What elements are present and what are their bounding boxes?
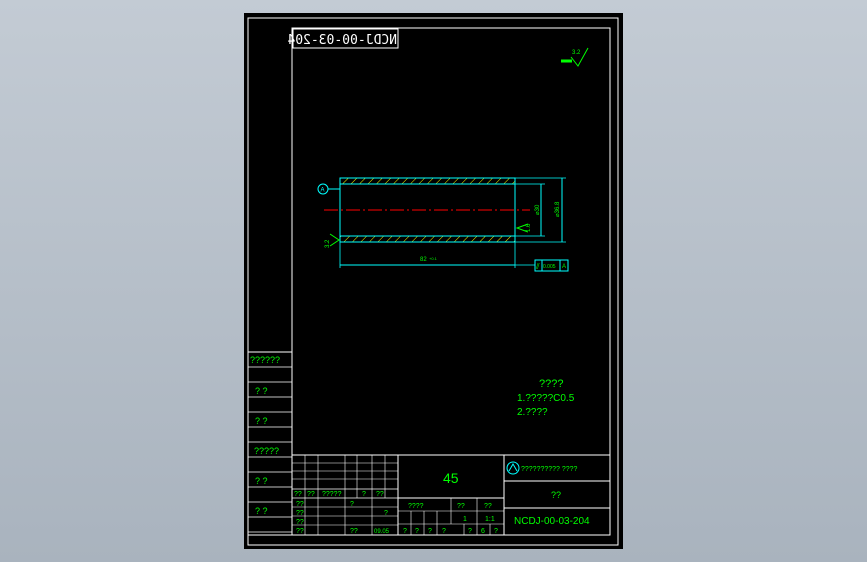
upper-wall-hatch [339, 177, 516, 185]
notes-title: ???? [539, 378, 563, 390]
side-table-cell: ? ? [255, 386, 268, 396]
grid-cell: ?? [296, 528, 304, 535]
sign-row-cell: ????? [322, 491, 342, 498]
datum-label: A [321, 188, 325, 194]
gdt-symbol: ⫽ [535, 262, 540, 271]
gdt-value: 0.005 [543, 264, 556, 270]
bottom-row-cell: ? [494, 528, 498, 535]
notes-line-1: 1.?????C0.5 [517, 393, 575, 404]
sign-row-cell: ?? [294, 491, 302, 498]
grid-cell: ?? [296, 519, 304, 526]
grid-cell: ?? [296, 510, 304, 517]
bottom-row-cell: ? [415, 528, 419, 535]
grid-cell: ? [350, 501, 354, 508]
scale-header: ?? [484, 503, 492, 510]
side-table-cell: ? ? [255, 506, 268, 516]
scale-value: 1:1 [485, 516, 495, 523]
sign-row-cell: ? [362, 491, 366, 498]
dim-length-text: 82 [420, 257, 427, 263]
gdt-datum: A [562, 264, 566, 270]
dim-length-tolerance: +0.1 [429, 256, 438, 261]
mirrored-code: NCDJ-00-03-204 [287, 33, 397, 48]
dim-inner-text: ⌀30 [535, 204, 541, 215]
bottom-row-cell: ? [403, 528, 407, 535]
part-name: ?? [551, 490, 561, 500]
side-table-cell: ????? [254, 446, 279, 456]
side-table-cell: ? ? [255, 476, 268, 486]
material: 45 [443, 470, 459, 486]
sign-row-cell: ?? [376, 491, 384, 498]
bottom-row-cell: ? [468, 528, 472, 535]
bottom-row-cell: 6 [481, 528, 485, 535]
sign-row-cell: ?? [307, 491, 315, 498]
company-name: ?????????? ???? [521, 466, 578, 473]
notes-line-2: 2.???? [517, 407, 548, 418]
drawing-number: NCDJ-00-03-204 [514, 516, 590, 527]
side-table-cell: ? ? [255, 416, 268, 426]
svg-text:3.2: 3.2 [572, 50, 581, 56]
dim-outer-text: ⌀36.8 [555, 201, 561, 217]
cad-viewport[interactable]: NCDJ-00-03-204 3.2 A ⌀30 ⌀36.8 1.6 3.2 8… [0, 0, 867, 562]
scale-value: 1 [463, 516, 467, 523]
grid-cell: ?? [350, 528, 358, 535]
side-table-cell: ?????? [250, 355, 280, 365]
grid-cell: 09.05 [374, 529, 390, 535]
inner-roughness-text: 1.6 [526, 223, 532, 232]
scale-header: ???? [408, 503, 424, 510]
bottom-row-cell: ? [442, 528, 446, 535]
bottom-row-cell: ? [428, 528, 432, 535]
lower-wall-hatch [339, 235, 516, 243]
grid-cell: ?? [296, 501, 304, 508]
outer-roughness-text: 3.2 [325, 239, 331, 248]
scale-header: ?? [457, 503, 465, 510]
grid-cell: ? [384, 510, 388, 517]
